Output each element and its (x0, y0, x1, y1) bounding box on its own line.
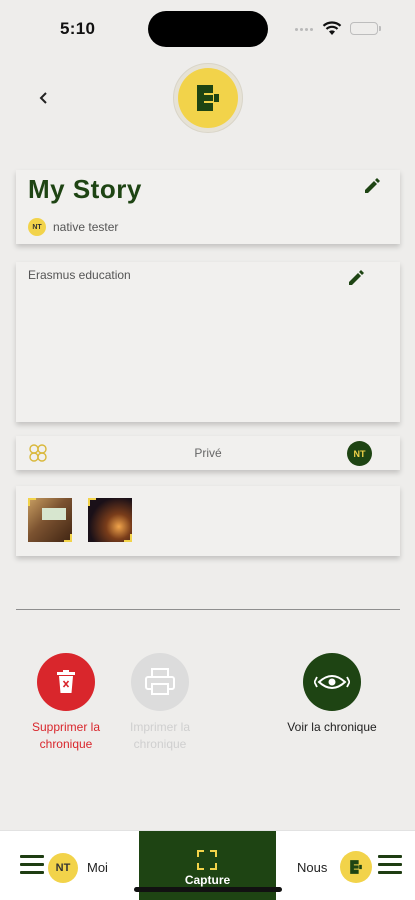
menu-icon (20, 855, 44, 875)
tab-nous[interactable]: Nous (276, 831, 415, 900)
tab-capture-label: Capture (184, 873, 231, 887)
delete-chronicle-label: Supprimer la chronique (31, 720, 101, 751)
photo-thumbnail[interactable] (88, 498, 132, 542)
privacy-bar[interactable]: Privé NT (16, 436, 400, 470)
privacy-label: Privé (194, 446, 222, 460)
tab-moi[interactable]: NT Moi (0, 831, 140, 900)
printer-icon (145, 668, 175, 695)
author-name: native tester (53, 220, 119, 234)
edit-title-icon[interactable] (362, 176, 382, 196)
signal-icon (295, 28, 317, 34)
status-time: 5:10 (60, 19, 96, 38)
story-title: My Story (28, 174, 142, 204)
back-button[interactable] (32, 86, 56, 110)
moi-avatar: NT (48, 853, 78, 883)
tab-nous-label: Nous (297, 860, 328, 875)
photos-card (16, 486, 400, 556)
wifi-icon (322, 21, 342, 35)
tab-moi-label: Moi (87, 860, 108, 875)
view-chronicle-label: Voir la chronique (287, 720, 377, 734)
nous-logo-icon (340, 851, 372, 883)
story-description: Erasmus education (28, 268, 131, 282)
story-description-card[interactable]: Erasmus education (16, 262, 400, 422)
app-logo (173, 63, 243, 133)
edit-description-icon[interactable] (346, 268, 366, 288)
app-logo-icon (197, 85, 219, 111)
trash-icon (57, 670, 75, 693)
home-indicator (134, 887, 282, 892)
dynamic-island (148, 11, 268, 47)
back-chevron-icon (39, 92, 47, 104)
eye-icon (314, 675, 350, 689)
member-avatar[interactable]: NT (347, 441, 372, 466)
capture-icon (197, 850, 217, 870)
status-bar: 5:10 (0, 0, 415, 56)
print-chronicle-label: Imprimer la chronique (129, 720, 190, 751)
photo-thumbnail[interactable] (28, 498, 72, 542)
author-avatar: NT (28, 218, 46, 236)
menu-icon (378, 855, 402, 875)
battery-icon (350, 22, 381, 35)
divider (16, 609, 400, 610)
story-title-card: My Story NT native tester (16, 170, 400, 244)
view-chronicle-button[interactable]: Voir la chronique (277, 653, 387, 736)
print-chronicle-button: Imprimer la chronique (105, 653, 215, 753)
